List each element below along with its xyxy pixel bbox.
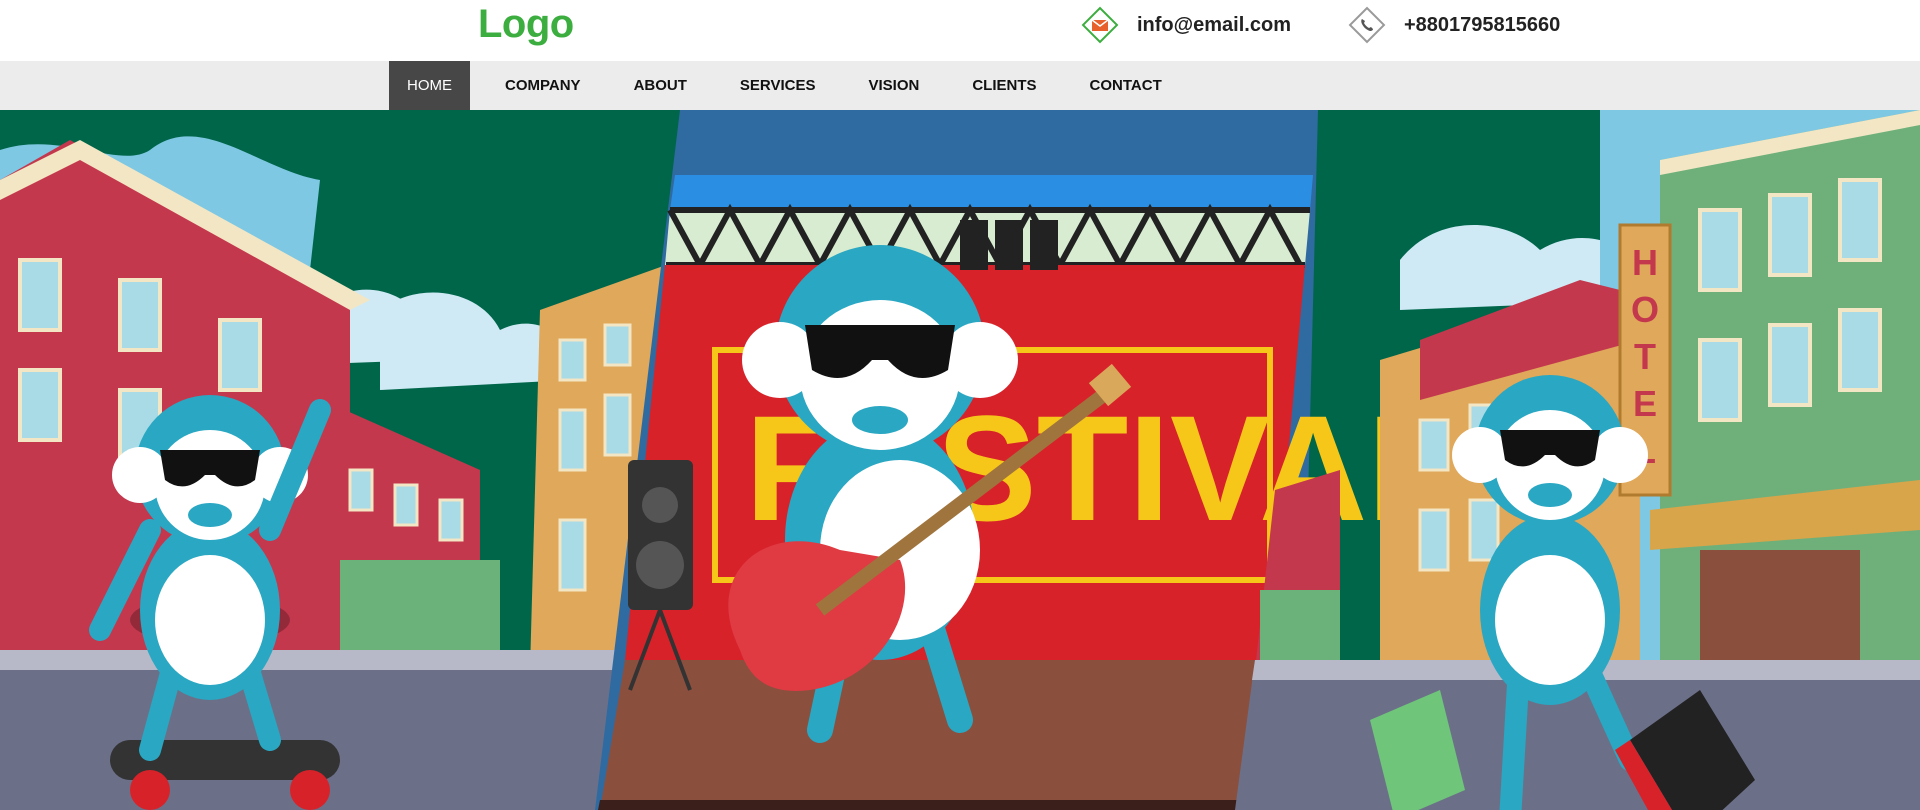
nav-contact[interactable]: CONTACT <box>1072 61 1180 110</box>
phone-contact[interactable]: +8801795815660 <box>1348 0 1560 50</box>
nav-company[interactable]: COMPANY <box>487 61 599 110</box>
envelope-icon <box>1081 6 1119 44</box>
main-nav: HOME COMPANY ABOUT SERVICES VISION CLIEN… <box>389 61 1180 110</box>
nav-about[interactable]: ABOUT <box>616 61 705 110</box>
svg-text:T: T <box>1634 336 1656 377</box>
email-contact[interactable]: info@email.com <box>1081 0 1291 50</box>
phone-icon <box>1348 6 1386 44</box>
svg-text:E: E <box>1633 383 1657 424</box>
nav-home[interactable]: HOME <box>389 61 470 110</box>
svg-text:O: O <box>1631 289 1659 330</box>
nav-vision[interactable]: VISION <box>850 61 937 110</box>
logo[interactable]: Logo <box>478 2 574 47</box>
header: Logo info@email.com +8801795815660 <box>0 0 1920 61</box>
phone-text[interactable]: +8801795815660 <box>1404 14 1560 37</box>
navbar: HOME COMPANY ABOUT SERVICES VISION CLIEN… <box>0 61 1920 110</box>
hero-banner: FESTIVAL H O T E <box>0 110 1920 810</box>
hero-illustration: FESTIVAL H O T E <box>0 110 1920 810</box>
nav-services[interactable]: SERVICES <box>722 61 834 110</box>
email-text[interactable]: info@email.com <box>1137 14 1291 37</box>
hotel-sign-h: H <box>1632 242 1658 283</box>
nav-clients[interactable]: CLIENTS <box>954 61 1054 110</box>
